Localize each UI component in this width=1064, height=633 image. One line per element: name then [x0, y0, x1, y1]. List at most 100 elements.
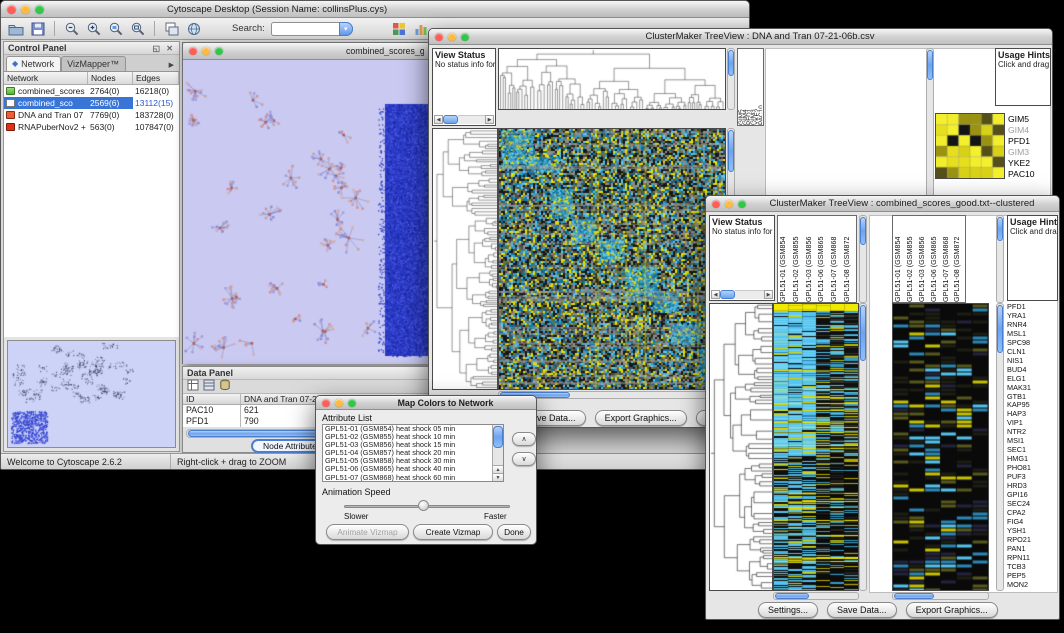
- zoom-matrix-pane[interactable]: [935, 113, 1005, 179]
- scrollbar-thumb[interactable]: [728, 130, 734, 172]
- main-titlebar[interactable]: Cytoscape Desktop (Session Name: collins…: [1, 1, 749, 18]
- done-button[interactable]: Done: [497, 524, 531, 540]
- search-dropdown-icon[interactable]: ▾: [339, 22, 353, 36]
- column-label[interactable]: GPL51-03 (GSM856: [804, 218, 817, 302]
- network-view-canvas[interactable]: [183, 60, 430, 364]
- open-session-icon[interactable]: [6, 19, 25, 38]
- scrollbar-thumb[interactable]: [728, 50, 734, 76]
- network-overview-icon[interactable]: [184, 19, 203, 38]
- maximize-icon[interactable]: [738, 200, 746, 208]
- scrollbar-thumb[interactable]: [997, 217, 1003, 241]
- animation-speed-slider[interactable]: [344, 500, 510, 512]
- column-label[interactable]: GPL51-08 (GSM872: [952, 218, 964, 302]
- scrollbar-thumb[interactable]: [894, 593, 934, 599]
- select-attributes-icon[interactable]: [187, 378, 199, 396]
- scroll-left-icon[interactable]: ◀: [711, 290, 720, 299]
- network-list-row[interactable]: RNAPuberNov2 + 563(0) 107847(0): [4, 121, 179, 133]
- scrollbar-thumb[interactable]: [775, 593, 809, 599]
- gene-label[interactable]: MON2: [1007, 581, 1059, 590]
- close-icon[interactable]: [7, 5, 16, 14]
- panel-float-icon[interactable]: ◱ ✕: [153, 44, 175, 53]
- gene-label[interactable]: GIM4: [1008, 125, 1050, 136]
- close-icon[interactable]: [435, 33, 443, 41]
- zoom-selected-icon[interactable]: [106, 19, 125, 38]
- scrollbar-thumb[interactable]: [443, 115, 458, 124]
- column-label[interactable]: GPL51-07 (GSM868: [941, 218, 953, 302]
- column-label-strip[interactable]: GPL51-01 (GSM854GPL51-02 (GSM855GPL51-03…: [777, 215, 857, 303]
- maximize-icon[interactable]: [461, 33, 469, 41]
- column-label[interactable]: PAC10: [758, 51, 762, 125]
- column-label[interactable]: GPL51-02 (GSM855: [791, 218, 804, 302]
- dialog-titlebar[interactable]: Map Colors to Network: [316, 396, 536, 410]
- attribute-columns-icon[interactable]: [203, 378, 215, 396]
- col-edges[interactable]: Edges: [133, 72, 179, 84]
- row-dendrogram-canvas[interactable]: [710, 304, 772, 590]
- network-list-row[interactable]: combined_sco 2569(6) 13112(15): [4, 97, 179, 109]
- database-icon[interactable]: [219, 378, 231, 396]
- maximize-icon[interactable]: [348, 399, 356, 407]
- close-icon[interactable]: [712, 200, 720, 208]
- heatmap-global-canvas[interactable]: [774, 304, 858, 590]
- move-up-button[interactable]: ∧: [512, 432, 536, 446]
- treeview2-titlebar[interactable]: ClusterMaker TreeView : combined_scores_…: [706, 196, 1059, 212]
- zoom-vscrollbar[interactable]: [996, 303, 1004, 591]
- global-vscrollbar[interactable]: [859, 303, 867, 591]
- export-graphics-button[interactable]: Export Graphics...: [906, 602, 998, 618]
- column-tree-scrollbar[interactable]: [727, 48, 735, 110]
- gene-label[interactable]: PAC10: [1008, 169, 1050, 180]
- zoom-out-icon[interactable]: [62, 19, 81, 38]
- scrollbar-track[interactable]: [735, 290, 764, 299]
- row-dendrogram-canvas[interactable]: [433, 129, 497, 389]
- zoom-fit-icon[interactable]: [128, 19, 147, 38]
- column-label[interactable]: GPL51-02 (GSM855: [905, 218, 917, 302]
- minimize-icon[interactable]: [725, 200, 733, 208]
- column-label-strip[interactable]: GIM5GIM4PFD1GIM3YKE2PAC10: [737, 48, 764, 126]
- slider-thumb[interactable]: [418, 500, 429, 511]
- column-dendrogram-pane[interactable]: [498, 48, 726, 110]
- gene-label[interactable]: GIM5: [1008, 114, 1050, 125]
- windows-cascade-icon[interactable]: [162, 19, 181, 38]
- vizmapper-palette-icon[interactable]: [390, 19, 409, 38]
- column-label[interactable]: GPL51-07 (GSM868: [829, 218, 842, 302]
- view-status-scrollbar[interactable]: ◀ ▶: [711, 290, 773, 299]
- scrollbar-thumb[interactable]: [860, 305, 866, 361]
- column-dendrogram-canvas[interactable]: [499, 49, 725, 109]
- row-dendrogram-pane[interactable]: [709, 303, 773, 591]
- tab-vizmapper[interactable]: VizMapper™: [61, 56, 126, 71]
- column-label[interactable]: GPL51-08 (GSM872: [842, 218, 855, 302]
- heatmap-zoom-canvas[interactable]: [893, 304, 988, 590]
- close-icon[interactable]: [189, 47, 197, 55]
- scrollbar-thumb[interactable]: [720, 290, 735, 299]
- attribute-list-item[interactable]: GPL51-07 (GSM868) heat shock 60 min: [325, 474, 492, 481]
- column-label[interactable]: GPL51-01 (GSM854: [778, 218, 791, 302]
- search-input[interactable]: ▾: [271, 22, 353, 36]
- save-data-button[interactable]: Save Data...: [827, 602, 897, 618]
- heatmap-canvas[interactable]: [499, 129, 725, 389]
- column-label[interactable]: GPL51-01 (GSM854: [893, 218, 905, 302]
- scrollbar-thumb[interactable]: [493, 426, 503, 448]
- heatmap-global-pane[interactable]: [498, 128, 726, 390]
- create-vizmap-button[interactable]: Create Vizmap: [413, 524, 493, 540]
- view-status-scrollbar[interactable]: ◀ ▶: [434, 115, 494, 124]
- scroll-down-icon[interactable]: ▼: [493, 473, 503, 481]
- tab-network[interactable]: ◆ Network: [6, 56, 61, 71]
- network-view-titlebar[interactable]: combined_scores_good.txt--cluste...: [183, 43, 430, 60]
- move-down-button[interactable]: ∨: [512, 452, 536, 466]
- network-list-row[interactable]: combined_scores 2764(0) 16218(0): [4, 85, 179, 97]
- gene-label[interactable]: PFD1: [1008, 136, 1050, 147]
- zoom-column-label-strip[interactable]: GPL51-01 (GSM854GPL51-02 (GSM855GPL51-03…: [892, 215, 966, 303]
- maximize-icon[interactable]: [35, 5, 44, 14]
- scroll-left-icon[interactable]: ◀: [434, 115, 443, 124]
- scrollbar-thumb[interactable]: [927, 50, 933, 80]
- gene-label[interactable]: YKE2: [1008, 158, 1050, 169]
- scroll-right-icon[interactable]: ▶: [764, 290, 773, 299]
- heatmap-global-pane[interactable]: [773, 303, 859, 591]
- save-session-icon[interactable]: [28, 19, 47, 38]
- col-nodes[interactable]: Nodes: [88, 72, 133, 84]
- row-dendrogram-pane[interactable]: [432, 128, 498, 390]
- heatmap-zoom-pane[interactable]: [892, 303, 989, 591]
- network-list-row[interactable]: DNA and Tran 07 7769(0) 183728(0): [4, 109, 179, 121]
- close-icon[interactable]: [322, 399, 330, 407]
- col-id[interactable]: ID: [183, 394, 241, 404]
- minimize-icon[interactable]: [202, 47, 210, 55]
